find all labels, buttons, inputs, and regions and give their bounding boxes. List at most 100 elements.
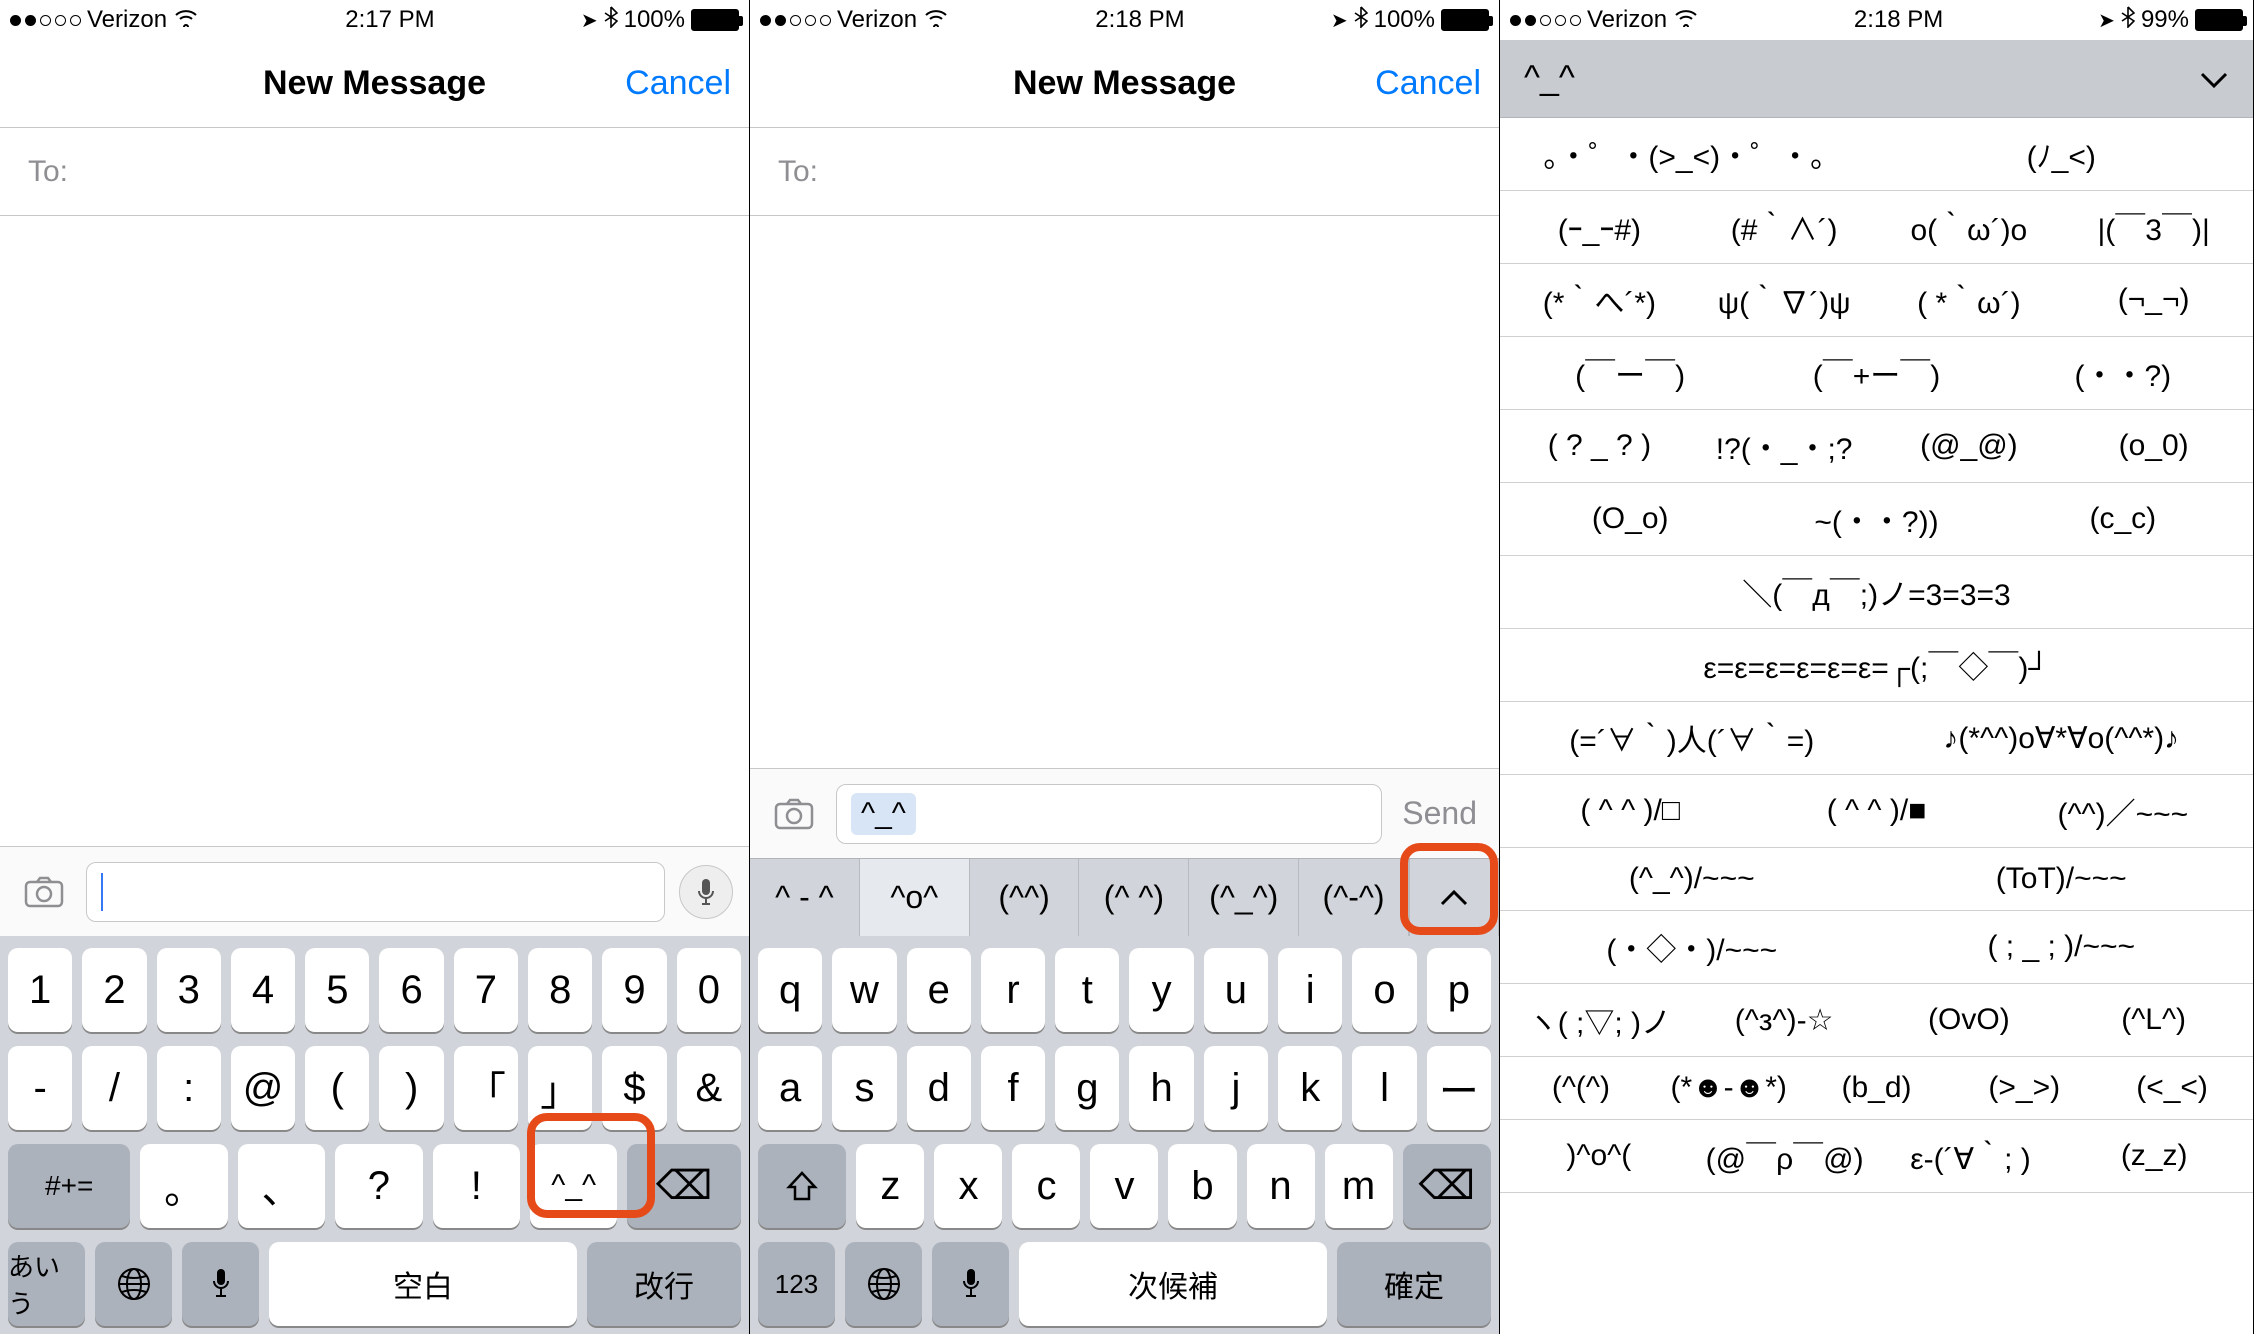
key-8[interactable]: 8: [528, 948, 592, 1032]
key-lparen[interactable]: (: [305, 1046, 369, 1130]
key-d[interactable]: d: [907, 1046, 971, 1130]
kaomoji-item[interactable]: ( ^ ^ )/□: [1522, 794, 1738, 828]
to-field[interactable]: To:: [0, 128, 749, 216]
candidate-3[interactable]: (^ ^): [1079, 859, 1189, 936]
mic-icon[interactable]: [679, 865, 733, 919]
key-a[interactable]: a: [758, 1046, 822, 1130]
text-input[interactable]: ^_^: [836, 784, 1382, 844]
key-kaomoji[interactable]: ^_^: [530, 1144, 617, 1228]
kaomoji-item[interactable]: (b_d): [1818, 1071, 1936, 1105]
key-comma[interactable]: 、: [238, 1144, 325, 1228]
kaomoji-item[interactable]: ＼(￣д￣;)ノ=3=3=3: [1522, 570, 2231, 614]
kaomoji-item[interactable]: (・◇・)/~~~: [1522, 925, 1862, 969]
kaomoji-item[interactable]: (ﾉ_<): [1892, 132, 2232, 176]
key-j[interactable]: j: [1204, 1046, 1268, 1130]
key-i[interactable]: i: [1278, 948, 1342, 1032]
key-1[interactable]: 1: [8, 948, 72, 1032]
candidate-0[interactable]: ^ - ^: [750, 859, 860, 936]
kaomoji-item[interactable]: ( ^ ^ )/■: [1768, 794, 1984, 828]
kaomoji-item[interactable]: (・・?): [2015, 351, 2231, 395]
kaomoji-item[interactable]: (*☻-☻*): [1670, 1071, 1788, 1105]
key-dollar[interactable]: $: [602, 1046, 666, 1130]
key-delete[interactable]: ⌫: [1403, 1144, 1491, 1228]
message-body[interactable]: [750, 216, 1499, 768]
kaomoji-item[interactable]: (ｰ_ｰ#): [1522, 205, 1677, 249]
key-amp[interactable]: &: [677, 1046, 741, 1130]
kaomoji-item[interactable]: (ToT)/~~~: [1892, 862, 2232, 896]
key-s[interactable]: s: [832, 1046, 896, 1130]
kaomoji-item[interactable]: (<_<): [2113, 1071, 2231, 1105]
cancel-button[interactable]: Cancel: [1375, 64, 1481, 103]
key-l[interactable]: l: [1352, 1046, 1416, 1130]
kaomoji-item[interactable]: ε-(´∀｀; ): [1894, 1134, 2048, 1178]
key-space[interactable]: 空白: [269, 1242, 577, 1326]
key-c[interactable]: c: [1012, 1144, 1080, 1228]
kaomoji-item[interactable]: (￣+ー￣): [1768, 351, 1984, 395]
key-q[interactable]: q: [758, 948, 822, 1032]
kaomoji-item[interactable]: ヽ( ;▽; )ノ: [1522, 998, 1677, 1042]
key-confirm[interactable]: 確定: [1337, 1242, 1491, 1326]
kaomoji-list[interactable]: 。・゜・(>_<)・゜・。(ﾉ_<)(ｰ_ｰ#)(#｀∧´)o(｀ω´)o|(￣…: [1500, 118, 2253, 1334]
key-h[interactable]: h: [1129, 1046, 1193, 1130]
kaomoji-item[interactable]: (^^)／~~~: [2015, 789, 2231, 833]
kaomoji-item[interactable]: (^(^): [1522, 1071, 1640, 1105]
kaomoji-item[interactable]: ψ(｀∇´)ψ: [1707, 278, 1862, 322]
kaomoji-item[interactable]: (^L^): [2076, 1003, 2231, 1037]
kaomoji-item[interactable]: (>_>): [1965, 1071, 2083, 1105]
kaomoji-item[interactable]: (o_0): [2076, 429, 2231, 463]
key-at[interactable]: @: [231, 1046, 295, 1130]
key-symbol-mode[interactable]: #+=: [8, 1144, 130, 1228]
kaomoji-item[interactable]: (^з^)-☆: [1707, 1003, 1862, 1038]
candidate-5[interactable]: (^-^): [1299, 859, 1409, 936]
key-g[interactable]: g: [1055, 1046, 1119, 1130]
key-dictation[interactable]: [932, 1242, 1009, 1326]
key-u[interactable]: u: [1204, 948, 1268, 1032]
kaomoji-item[interactable]: (z_z): [2077, 1139, 2231, 1173]
key-9[interactable]: 9: [602, 948, 666, 1032]
key-lbracket[interactable]: 「: [454, 1046, 518, 1130]
key-dash[interactable]: -: [8, 1046, 72, 1130]
kaomoji-item[interactable]: ε=ε=ε=ε=ε=ε=┌(;￣◇￣)┘: [1522, 643, 2231, 687]
key-rbracket[interactable]: 」: [528, 1046, 592, 1130]
candidate-4[interactable]: (^_^): [1189, 859, 1299, 936]
kaomoji-item[interactable]: (=´∀｀)人(´∀｀=): [1522, 716, 1862, 760]
message-body[interactable]: [0, 216, 749, 846]
key-exclaim[interactable]: !: [433, 1144, 520, 1228]
kaomoji-item[interactable]: ( ? _ ? ): [1522, 429, 1677, 463]
key-dictation[interactable]: [182, 1242, 259, 1326]
key-number-mode[interactable]: 123: [758, 1242, 835, 1326]
candidate-expand[interactable]: [1409, 859, 1499, 936]
key-globe[interactable]: [845, 1242, 922, 1326]
key-globe[interactable]: [95, 1242, 172, 1326]
text-input[interactable]: [86, 862, 665, 922]
key-return[interactable]: 改行: [587, 1242, 741, 1326]
key-0[interactable]: 0: [677, 948, 741, 1032]
camera-icon[interactable]: [766, 790, 822, 838]
cancel-button[interactable]: Cancel: [625, 64, 731, 103]
key-n[interactable]: n: [1247, 1144, 1315, 1228]
key-slash[interactable]: /: [82, 1046, 146, 1130]
key-shift[interactable]: [758, 1144, 846, 1228]
key-e[interactable]: e: [907, 948, 971, 1032]
kaomoji-item[interactable]: !?(・_・;?: [1707, 424, 1862, 468]
key-5[interactable]: 5: [305, 948, 369, 1032]
key-2[interactable]: 2: [82, 948, 146, 1032]
kaomoji-item[interactable]: (@￣ρ￣@): [1706, 1134, 1864, 1178]
kaomoji-item[interactable]: (^_^)/~~~: [1522, 862, 1862, 896]
kaomoji-item[interactable]: o(｀ω´)o: [1892, 205, 2047, 249]
key-y[interactable]: y: [1129, 948, 1193, 1032]
key-3[interactable]: 3: [157, 948, 221, 1032]
kaomoji-item[interactable]: (OvO): [1892, 1003, 2047, 1037]
key-6[interactable]: 6: [379, 948, 443, 1032]
key-f[interactable]: f: [981, 1046, 1045, 1130]
key-colon[interactable]: :: [157, 1046, 221, 1130]
to-field[interactable]: To:: [750, 128, 1499, 216]
key-kana-mode[interactable]: あいう: [8, 1242, 85, 1326]
key-r[interactable]: r: [981, 948, 1045, 1032]
key-period[interactable]: 。: [140, 1144, 227, 1228]
key-dash[interactable]: ー: [1427, 1046, 1491, 1130]
kaomoji-item[interactable]: (c_c): [2015, 502, 2231, 536]
camera-icon[interactable]: [16, 868, 72, 916]
kaomoji-item[interactable]: (*｀へ´*): [1522, 278, 1677, 322]
kaomoji-item[interactable]: 。・゜・(>_<)・゜・。: [1522, 132, 1862, 176]
